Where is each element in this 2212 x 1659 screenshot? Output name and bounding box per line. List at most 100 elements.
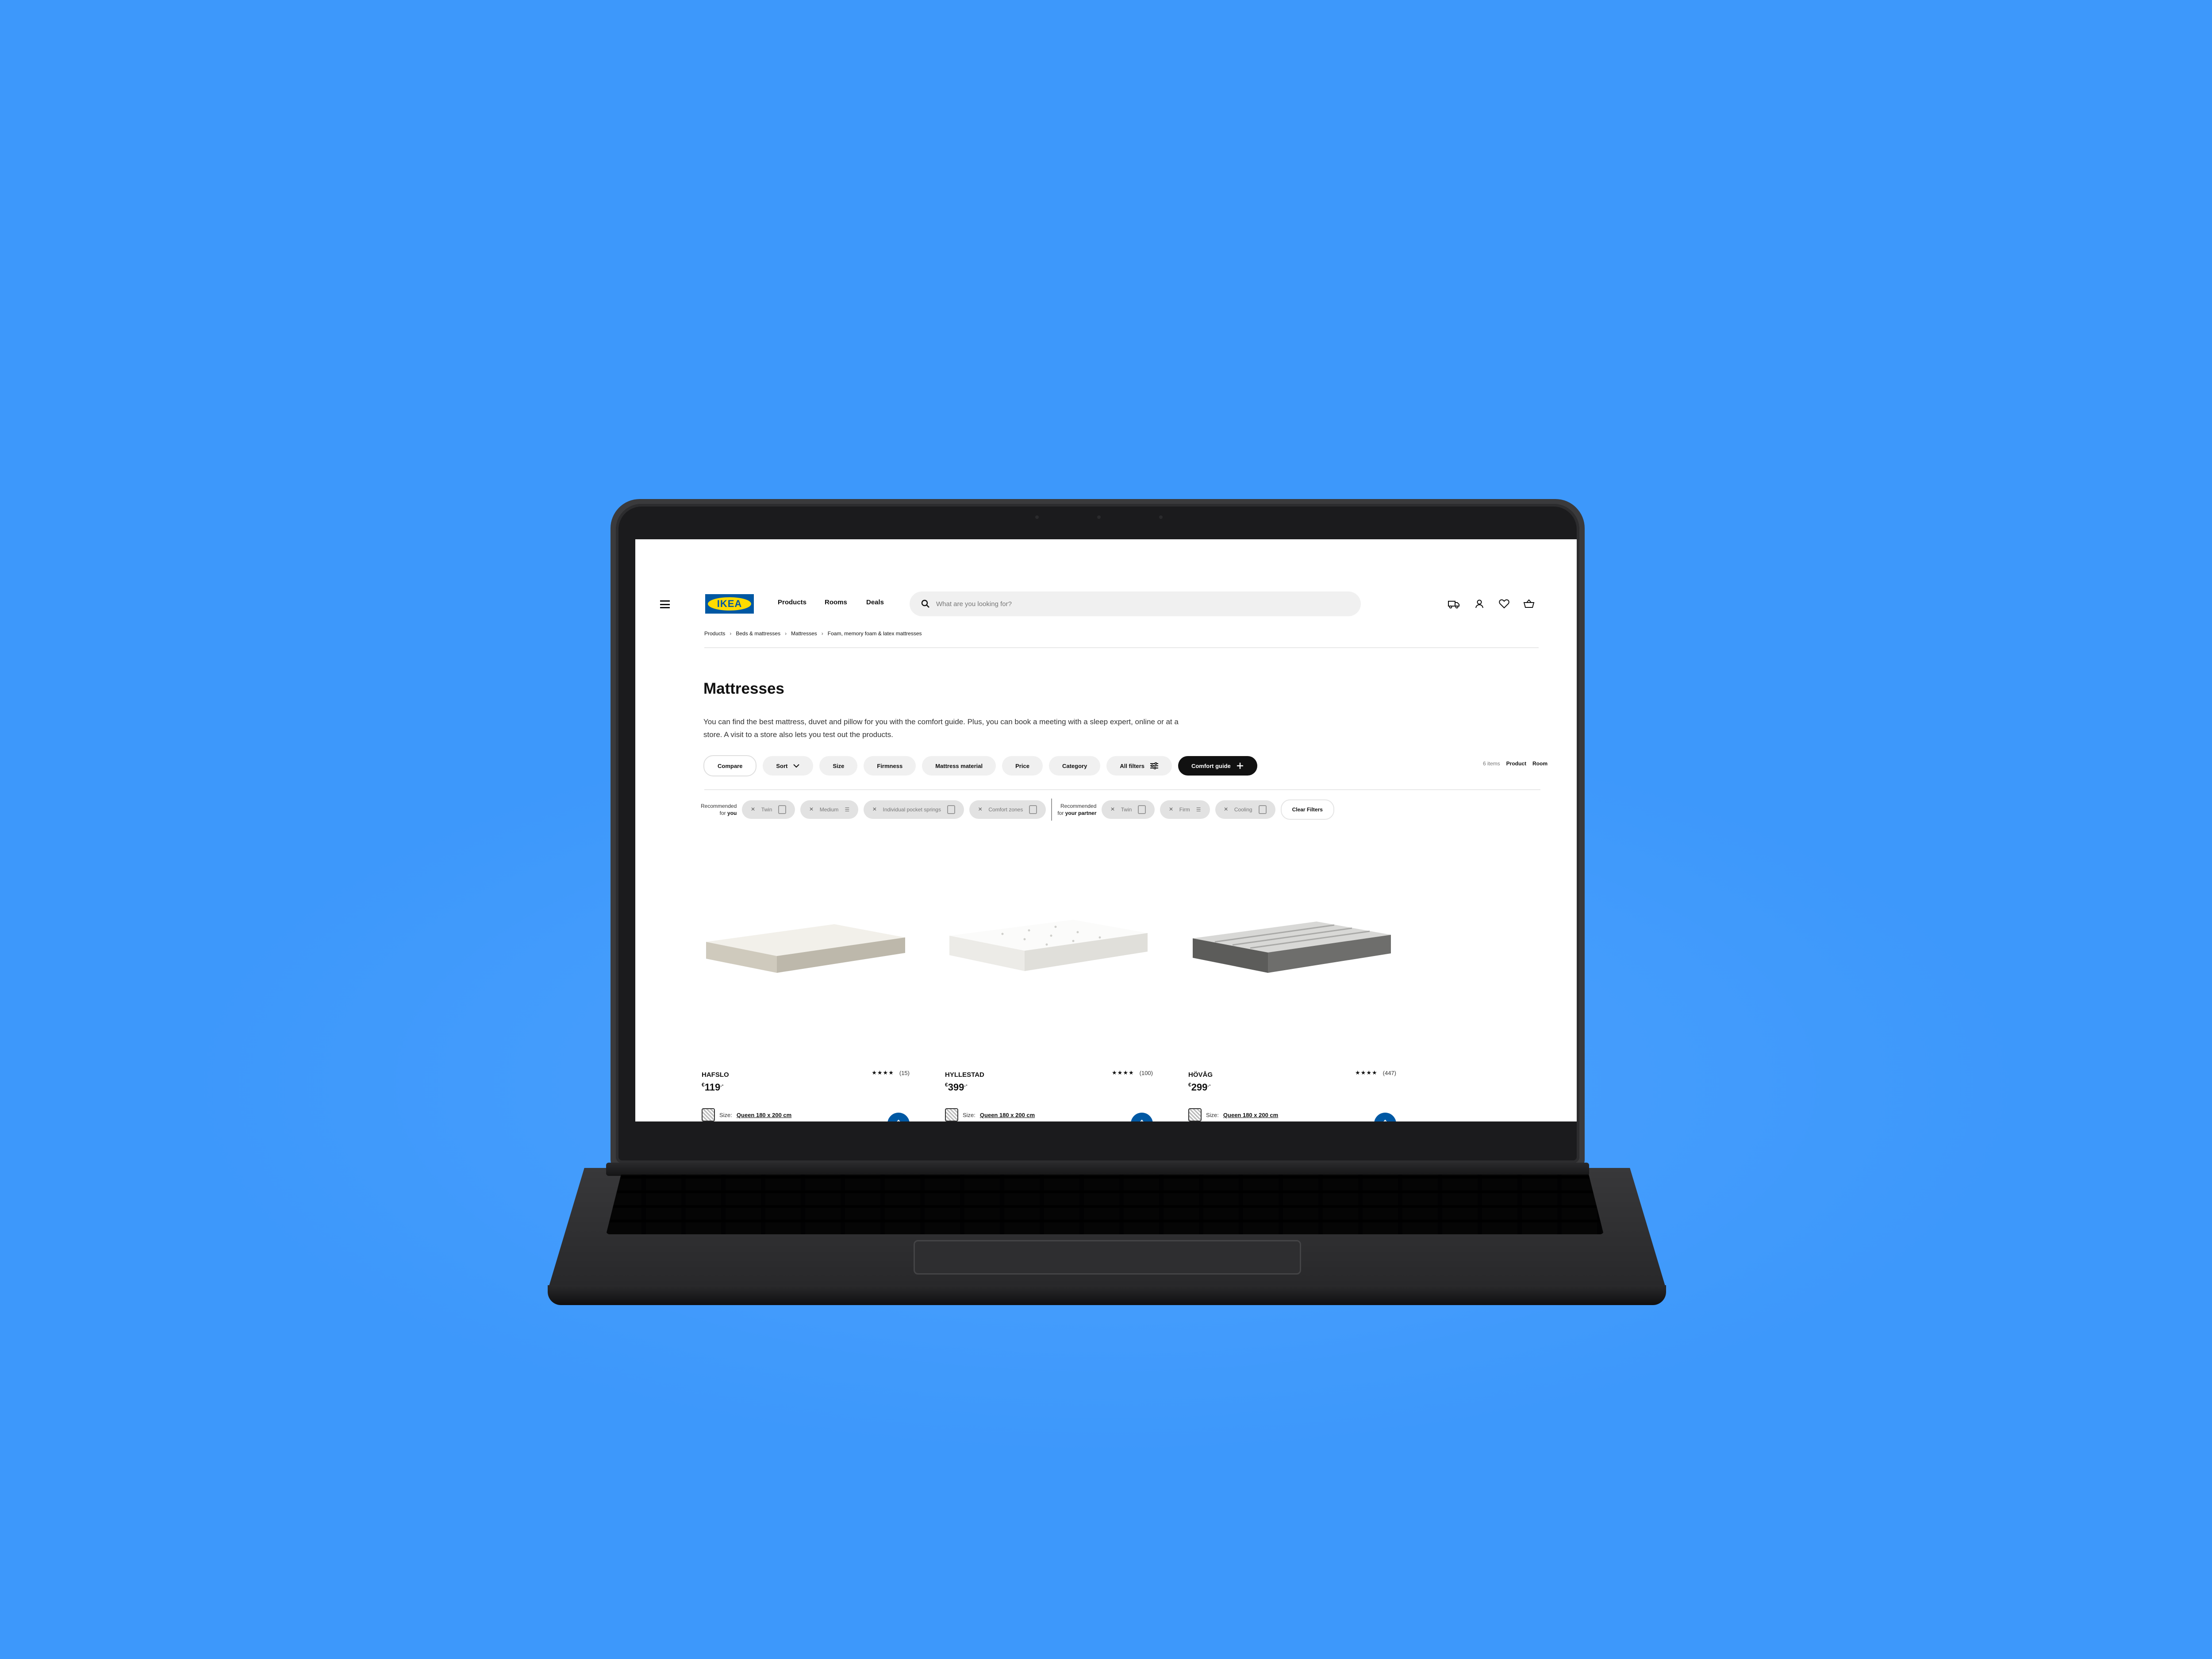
product-price: €299.- xyxy=(1188,1082,1211,1093)
camera-dot xyxy=(1035,515,1039,519)
search-input[interactable]: What are you looking for? xyxy=(910,591,1361,616)
rec-chip-cooling[interactable]: × Cooling xyxy=(1215,800,1275,819)
close-icon[interactable]: × xyxy=(1169,806,1173,814)
rec-chip-comfort-zones[interactable]: × Comfort zones xyxy=(969,800,1046,819)
close-icon[interactable]: × xyxy=(978,806,982,814)
sort-button[interactable]: Sort xyxy=(763,756,814,776)
size-label: Size: xyxy=(1206,1111,1219,1118)
site-header: IKEA Products Rooms Deals What are you l… xyxy=(635,591,1577,620)
laptop-base-edge xyxy=(548,1285,1666,1305)
mattress-size-icon xyxy=(1138,805,1146,814)
firmness-filter-label: Firmness xyxy=(877,762,903,769)
ikea-logo[interactable]: IKEA xyxy=(705,594,754,614)
firmness-filter[interactable]: Firmness xyxy=(864,756,916,776)
firmness-icon: ☰ xyxy=(1196,806,1201,813)
comfort-guide-label: Comfort guide xyxy=(1191,762,1231,769)
chip-label: Twin xyxy=(1121,806,1132,813)
heart-icon[interactable] xyxy=(1498,598,1510,610)
sliders-icon xyxy=(1150,762,1158,769)
touchpad[interactable] xyxy=(914,1240,1301,1275)
nav-deals[interactable]: Deals xyxy=(866,599,884,606)
size-selector[interactable]: Size: Queen 180 x 200 cm xyxy=(1188,1108,1278,1121)
rec-label-for: for xyxy=(1057,810,1064,816)
product-card[interactable]: HAFSLO ★★★★ (15) €119.- Size: Queen 180 x … xyxy=(702,906,910,1121)
nav-rooms[interactable]: Rooms xyxy=(825,599,847,606)
breadcrumb-separator: › xyxy=(821,630,823,637)
mattress-image[interactable] xyxy=(945,906,1153,995)
breadcrumb-separator: › xyxy=(785,630,787,637)
size-selector[interactable]: Size: Queen 180 x 200 cm xyxy=(702,1108,791,1121)
size-swatch-icon xyxy=(945,1108,958,1121)
divider xyxy=(704,647,1539,648)
delivery-truck-icon[interactable] xyxy=(1448,598,1460,610)
view-product-toggle[interactable]: Product xyxy=(1506,760,1526,767)
product-card[interactable]: HÖVÅG ★★★★ (447) €299.- Size: Queen 180 x … xyxy=(1188,906,1396,1121)
spring-icon xyxy=(947,805,955,814)
price-value: 299 xyxy=(1191,1082,1208,1093)
mattress-image[interactable] xyxy=(702,906,910,995)
rec-chip-medium[interactable]: × Medium ☰ xyxy=(800,800,859,819)
page-title: Mattresses xyxy=(703,680,784,697)
shopping-bag-icon[interactable] xyxy=(1523,598,1535,610)
size-filter[interactable]: Size xyxy=(819,756,858,776)
all-filters-label: All filters xyxy=(1120,762,1144,769)
rec-chip-firm[interactable]: × Firm ☰ xyxy=(1160,800,1210,819)
product-card[interactable]: HYLLESTAD ★★★★ (100) €399.- Size: Queen 18… xyxy=(945,906,1153,1121)
search-placeholder: What are you looking for? xyxy=(936,600,1012,608)
category-filter[interactable]: Category xyxy=(1048,756,1101,776)
price-filter[interactable]: Price xyxy=(1002,756,1043,776)
price-suffix: .- xyxy=(964,1082,968,1088)
breadcrumb-item[interactable]: Mattresses xyxy=(791,630,817,637)
currency: € xyxy=(1188,1082,1191,1088)
close-icon[interactable]: × xyxy=(751,806,755,814)
size-selector[interactable]: Size: Queen 180 x 200 cm xyxy=(945,1108,1035,1121)
rec-chip-twin[interactable]: × Twin xyxy=(742,800,795,819)
material-filter[interactable]: Mattress material xyxy=(922,756,996,776)
laptop-hinge xyxy=(606,1163,1589,1176)
close-icon[interactable]: × xyxy=(1224,806,1228,814)
add-to-cart-button[interactable] xyxy=(1374,1113,1396,1121)
chip-label: Individual pocket springs xyxy=(883,806,941,813)
view-room-toggle[interactable]: Room xyxy=(1532,760,1548,767)
product-name[interactable]: HYLLESTAD xyxy=(945,1071,984,1079)
breadcrumb-item[interactable]: Products xyxy=(704,630,725,637)
product-name[interactable]: HÖVÅG xyxy=(1188,1071,1213,1079)
size-filter-label: Size xyxy=(833,762,845,769)
all-filters-button[interactable]: All filters xyxy=(1106,756,1172,776)
rec-label-for: for xyxy=(719,810,726,816)
product-rating: ★★★★ (447) xyxy=(1355,1069,1396,1076)
close-icon[interactable]: × xyxy=(809,806,813,814)
clear-filters-button[interactable]: Clear Filters xyxy=(1280,799,1334,820)
close-icon[interactable]: × xyxy=(872,806,876,814)
menu-icon[interactable] xyxy=(660,600,670,608)
keyboard[interactable] xyxy=(606,1175,1604,1234)
add-to-cart-button[interactable] xyxy=(887,1113,910,1121)
item-count: 6 items xyxy=(1482,760,1500,767)
rec-label-target: you xyxy=(727,810,737,816)
add-to-cart-button[interactable] xyxy=(1131,1113,1153,1121)
view-toggle: 6 items Product Room xyxy=(1483,760,1548,767)
review-count: (15) xyxy=(899,1069,910,1076)
price-filter-label: Price xyxy=(1015,762,1029,769)
close-icon[interactable]: × xyxy=(1110,806,1114,814)
user-icon[interactable] xyxy=(1473,598,1486,610)
mattress-image[interactable] xyxy=(1188,906,1396,995)
breadcrumb-item[interactable]: Beds & mattresses xyxy=(736,630,780,637)
product-name[interactable]: HAFSLO xyxy=(702,1071,729,1079)
ikea-logo-text: IKEA xyxy=(708,597,751,611)
rec-chip-pocket-springs[interactable]: × Individual pocket springs xyxy=(864,800,964,819)
comfort-guide-button[interactable]: Comfort guide xyxy=(1178,756,1257,776)
product-price: €119.- xyxy=(702,1082,724,1093)
camera-dot xyxy=(1159,515,1163,519)
nav-products[interactable]: Products xyxy=(778,599,806,606)
chip-label: Cooling xyxy=(1234,806,1252,813)
rec-chip-twin-partner[interactable]: × Twin xyxy=(1102,800,1155,819)
size-value: Queen 180 x 200 cm xyxy=(736,1111,792,1118)
compare-button[interactable]: Compare xyxy=(703,755,757,776)
comfort-zones-icon xyxy=(1029,805,1037,814)
recommended-for-partner-label: Recommended for your partner xyxy=(1057,803,1096,817)
sort-label: Sort xyxy=(776,762,788,769)
breadcrumb-item[interactable]: Foam, memory foam & latex mattresses xyxy=(828,630,922,637)
recommended-filters: Recommended for you × Twin × Medium ☰ × Indi… xyxy=(701,799,1334,821)
laptop-screen: IKEA Products Rooms Deals What are you l… xyxy=(635,539,1577,1121)
